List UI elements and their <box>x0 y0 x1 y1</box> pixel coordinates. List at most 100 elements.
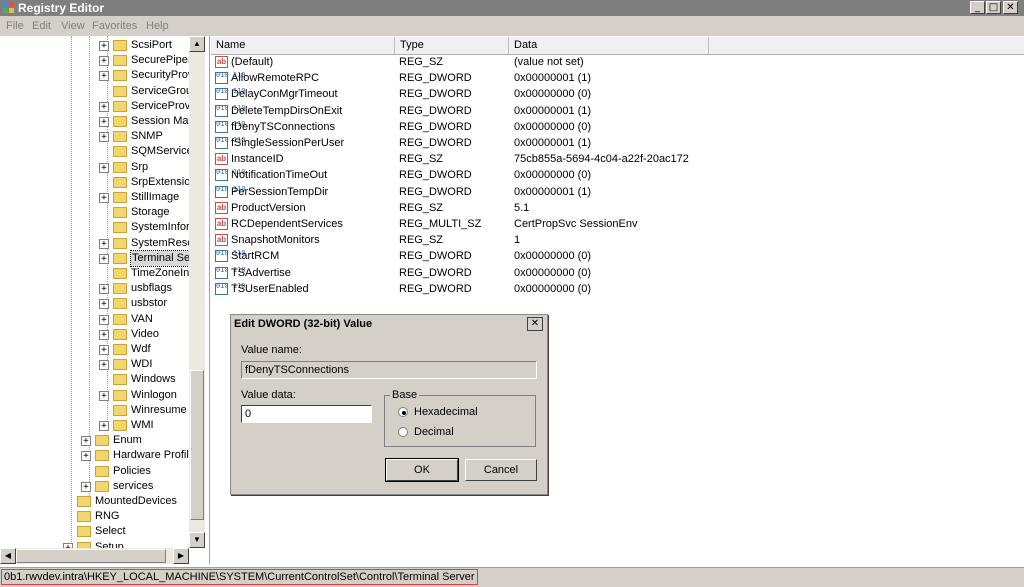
menu-help[interactable]: Help <box>146 16 169 36</box>
expand-icon[interactable]: + <box>99 71 109 82</box>
menu-edit[interactable]: Edit <box>32 16 51 36</box>
column-name[interactable]: Name <box>211 37 395 54</box>
expand-icon[interactable]: + <box>99 284 109 295</box>
expand-icon[interactable]: + <box>99 193 109 203</box>
cancel-button[interactable]: Cancel <box>465 459 537 481</box>
list-row[interactable]: 010 110 StartRCM REG_DWORD 0x00000000 (0) <box>211 248 1024 264</box>
value-name: fSingleSessionPerUser <box>231 137 345 149</box>
tree-item[interactable]: ServiceGrou <box>0 84 192 99</box>
menu-favorites[interactable]: Favorites <box>92 16 137 36</box>
expand-icon[interactable]: + <box>81 451 91 462</box>
tree-item[interactable]: + Session Man <box>0 114 195 129</box>
maximize-button[interactable]: □ <box>986 1 1001 14</box>
scroll-down-icon[interactable]: ▼ <box>189 532 205 548</box>
tree-item[interactable]: + Enum <box>0 433 189 448</box>
list-row[interactable]: 010 110 fSingleSessionPerUser REG_DWORD 0x0… <box>211 135 1024 151</box>
column-type[interactable]: Type <box>395 37 509 54</box>
expand-icon[interactable]: + <box>99 390 109 401</box>
decimal-label[interactable]: Decimal <box>414 426 454 438</box>
list-row[interactable]: 010 110 TSAdvertise REG_DWORD 0x00000000 (0… <box>211 265 1024 281</box>
menu-view[interactable]: View <box>61 16 85 36</box>
tree-item[interactable]: + ScsiPort <box>0 38 189 53</box>
tree-item[interactable]: + Wdf <box>0 342 189 357</box>
expand-icon[interactable]: + <box>99 101 109 112</box>
list-row[interactable]: 010 110 PerSessionTempDir REG_DWORD 0x00000… <box>211 184 1024 200</box>
list-row[interactable]: 010 110 fDenyTSConnections REG_DWORD 0x0000… <box>211 119 1024 135</box>
value-data-input[interactable]: 0 <box>241 405 372 423</box>
decimal-radio[interactable] <box>398 427 408 437</box>
menu-file[interactable]: File <box>6 16 24 36</box>
window-title: Registry Editor <box>18 1 105 15</box>
scroll-right-icon[interactable]: ▶ <box>173 548 189 564</box>
tree-item[interactable]: TimeZoneInf <box>0 266 192 281</box>
list-row[interactable]: 010 110 DelayConMgrTimeout REG_DWORD 0x0000… <box>211 86 1024 102</box>
tree-item[interactable]: SrpExtension <box>0 175 196 190</box>
tree-item[interactable]: MountedDevices <box>0 494 189 509</box>
expand-icon[interactable]: + <box>99 421 109 431</box>
list-row[interactable]: ab (Default) REG_SZ (value not set) <box>211 54 1024 70</box>
tree-item[interactable]: + usbstor <box>0 296 189 311</box>
expand-icon[interactable]: + <box>99 238 109 249</box>
tree-item[interactable]: + services <box>0 479 189 494</box>
hexadecimal-label[interactable]: Hexadecimal <box>414 406 478 418</box>
expand-icon[interactable]: + <box>99 299 109 310</box>
tree-item[interactable]: + WDI <box>0 357 189 372</box>
list-row[interactable]: ab ProductVersion REG_SZ 5.1 <box>211 200 1024 216</box>
tree-item[interactable]: + VAN <box>0 312 189 327</box>
tree-item[interactable]: + Video <box>0 327 189 342</box>
tree-item[interactable]: + Srp <box>0 160 189 175</box>
list-row[interactable]: 010 110 NotificationTimeOut REG_DWORD 0x000… <box>211 167 1024 183</box>
tree-item[interactable]: + StillImage <box>0 190 189 205</box>
tree-item[interactable]: + SecurityProv <box>0 68 193 83</box>
column-data[interactable]: Data <box>509 37 709 54</box>
tree-item-label: Windows <box>131 373 176 386</box>
hexadecimal-radio[interactable] <box>398 407 408 417</box>
tree-item[interactable]: + Winlogon <box>0 388 189 403</box>
registry-tree[interactable]: + ScsiPort + SecurePipeS + SecurityProv Servic… <box>0 36 210 564</box>
dialog-close-button[interactable]: ✕ <box>527 317 543 331</box>
expand-icon[interactable]: + <box>99 132 109 143</box>
tree-item[interactable]: Windows <box>0 372 189 387</box>
tree-item[interactable]: + SNMP <box>0 129 189 144</box>
list-row[interactable]: 010 110 AllowRemoteRPC REG_DWORD 0x00000001… <box>211 70 1024 86</box>
expand-icon[interactable]: + <box>99 41 109 51</box>
expand-icon[interactable]: + <box>81 481 91 492</box>
expand-icon[interactable]: + <box>99 345 109 355</box>
list-row[interactable]: ab SnapshotMonitors REG_SZ 1 <box>211 232 1024 248</box>
close-button[interactable]: ✕ <box>1003 1 1018 14</box>
tree-item[interactable]: + usbflags <box>0 281 189 296</box>
tree-item[interactable]: + Hardware Profile <box>0 448 195 463</box>
expand-icon[interactable]: + <box>99 329 109 340</box>
list-row[interactable]: ab InstanceID REG_SZ 75cb855a-5694-4c04-a22… <box>211 151 1024 167</box>
list-row[interactable]: 010 110 TSUserEnabled REG_DWORD 0x00000000 … <box>211 281 1024 297</box>
tree-item[interactable]: SystemInfor <box>0 220 190 235</box>
minimize-button[interactable]: _ <box>970 1 985 14</box>
expand-icon[interactable]: + <box>99 253 109 264</box>
tree-item[interactable]: + WMI <box>0 418 189 433</box>
tree-item[interactable]: SQMServiceL <box>0 144 199 159</box>
scroll-up-icon[interactable]: ▲ <box>189 36 205 52</box>
expand-icon[interactable]: + <box>99 314 109 325</box>
list-row[interactable]: 010 110 DeleteTempDirsOnExit REG_DWORD 0x00… <box>211 103 1024 119</box>
expand-icon[interactable]: + <box>99 360 109 371</box>
expand-icon[interactable]: + <box>81 436 91 447</box>
tree-item[interactable]: + Terminal Ser <box>0 249 196 267</box>
tree-hscroll-thumb[interactable] <box>16 549 166 563</box>
tree-scroll-thumb[interactable] <box>190 370 204 520</box>
expand-icon[interactable]: + <box>99 117 109 127</box>
tree-item[interactable]: Policies <box>0 464 189 479</box>
list-row[interactable]: ab RCDependentServices REG_MULTI_SZ CertPro… <box>211 216 1024 232</box>
expand-icon[interactable]: + <box>99 162 109 173</box>
expand-icon[interactable]: + <box>99 56 109 67</box>
tree-item-label: Select <box>95 525 126 538</box>
string-value-icon: ab <box>215 201 228 214</box>
tree-item[interactable]: Winresume <box>0 403 189 418</box>
tree-item[interactable]: Select <box>0 524 189 539</box>
ok-button[interactable]: OK <box>385 458 459 482</box>
tree-item[interactable]: + ServiceProvi <box>0 99 193 114</box>
tree-item[interactable]: Storage <box>0 205 189 220</box>
scroll-left-icon[interactable]: ◀ <box>0 548 16 564</box>
tree-item[interactable]: + SecurePipeS <box>0 53 195 68</box>
tree-item[interactable]: + SystemReso <box>0 236 193 251</box>
tree-item[interactable]: RNG <box>0 509 189 524</box>
